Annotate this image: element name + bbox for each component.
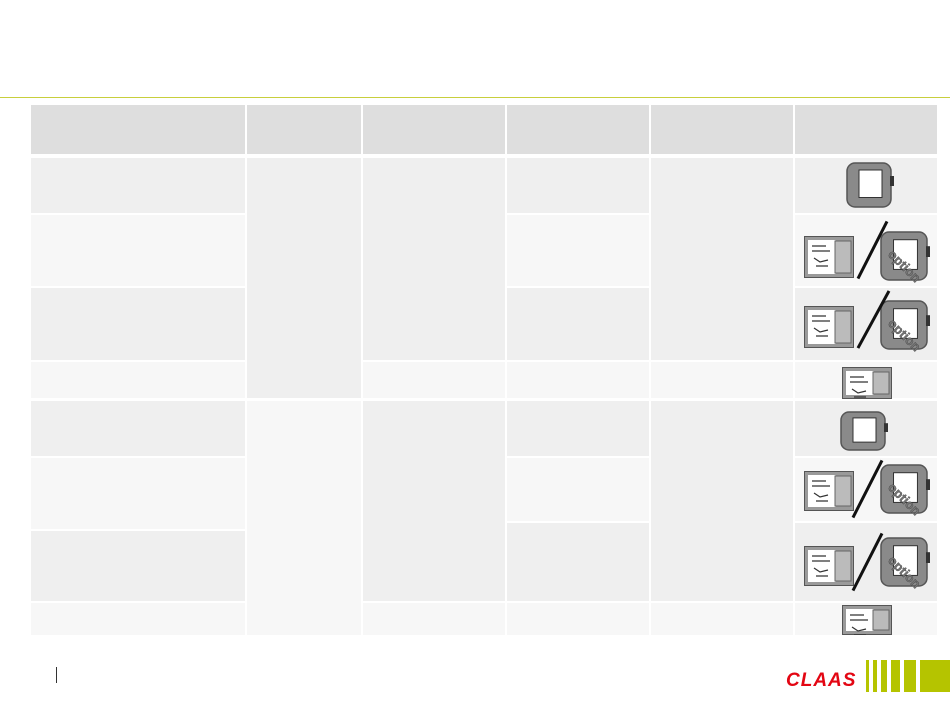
col3-cell-d — [363, 603, 505, 635]
terminal-display-icon — [840, 411, 888, 451]
group-cell-b — [247, 401, 361, 635]
table-header-4 — [507, 105, 649, 154]
col4-cell-1 — [507, 158, 649, 213]
col4-cell-3 — [507, 288, 649, 360]
table-header-3 — [363, 105, 505, 154]
panel-display-icon — [804, 546, 854, 586]
panel-display-icon — [804, 471, 854, 511]
col4-cell-7 — [507, 523, 649, 601]
panel-display-icon — [842, 605, 892, 635]
row-label-2 — [31, 215, 245, 286]
row-label-3 — [31, 288, 245, 360]
col5-cell-d — [651, 603, 793, 635]
col5-cell-c — [651, 401, 793, 601]
terminal-display-icon — [846, 162, 894, 208]
row-label-4 — [31, 362, 245, 398]
col5-cell-b — [651, 362, 793, 398]
table-header-6 — [795, 105, 937, 154]
claas-logo: CLAAS — [786, 670, 857, 691]
col4-cell-5 — [507, 401, 649, 456]
terminal-display-icon: option — [880, 537, 930, 590]
col4-cell-6 — [507, 458, 649, 521]
col5-cell-a — [651, 158, 793, 360]
panel-display-icon — [804, 306, 854, 348]
row-label-7 — [31, 531, 245, 601]
row-label-5 — [31, 401, 245, 456]
col4-cell-2 — [507, 215, 649, 286]
page-number-marker — [56, 667, 57, 683]
row-label-1 — [31, 158, 245, 213]
col3-cell-a — [363, 158, 505, 360]
panel-display-icon — [804, 236, 854, 278]
group-cell-a — [247, 158, 361, 398]
col3-cell-b — [363, 362, 505, 398]
row-label-8 — [31, 603, 245, 635]
terminal-display-icon: option — [880, 231, 930, 284]
header-rule — [0, 97, 950, 98]
terminal-display-icon: option — [880, 464, 930, 517]
table-header-5 — [651, 105, 793, 154]
terminal-display-icon: option — [880, 300, 930, 353]
table-header-2 — [247, 105, 361, 154]
panel-display-icon — [842, 367, 892, 399]
row-label-6 — [31, 458, 245, 529]
col4-cell-4 — [507, 362, 649, 398]
col4-cell-8 — [507, 603, 649, 635]
table-header-1 — [31, 105, 245, 154]
col3-cell-c — [363, 401, 505, 601]
